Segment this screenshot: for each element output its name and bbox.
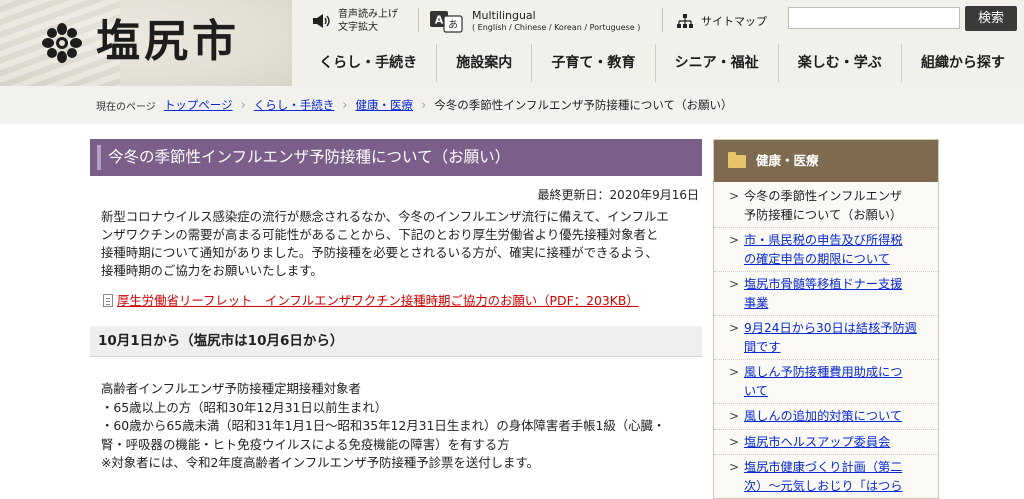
pdf-link[interactable]: 厚生労働省リーフレット インフルエンザワクチン接種時期ご協力のお願い（PDF：2… — [117, 291, 639, 309]
sidebar-item-line[interactable]: 9月24日から30日は結核予防週 — [744, 321, 917, 335]
language-icon: A あ — [430, 11, 463, 33]
sitemap-icon — [677, 14, 693, 28]
multilingual-link[interactable]: A あ Multilingual ( English / Chinese / K… — [428, 4, 640, 38]
breadcrumb: 現在のページ トップページ › くらし・手続き › 健康・医療 › 今冬の季節性… — [0, 86, 1024, 124]
sidebar-list: > 今冬の季節性インフルエンザ 予防接種について（お願い） > 市・県民税の申告… — [714, 184, 938, 499]
sidebar-item-line: 今冬の季節性インフルエンザ — [744, 189, 903, 203]
svg-text:A: A — [435, 14, 444, 27]
section-line: ・60歳から65歳未満（昭和31年1月1日～昭和35年12月31日生まれ）の身体… — [101, 418, 666, 433]
sitemap-label: サイトマップ — [701, 15, 767, 28]
nav-item-senior[interactable]: シニア・福祉 — [654, 44, 778, 82]
sidebar-item-line[interactable]: いて — [744, 384, 768, 398]
sidebar-item-line[interactable]: 風しん予防接種費用助成につ — [744, 365, 902, 379]
sidebar-item[interactable]: > 塩尻市ヘルスアップ委員会 — [714, 430, 938, 455]
chevron-right-icon: > — [729, 189, 740, 203]
section-line: ※対象者には、令和2年度高齢者インフルエンザ予防接種予診票を送付します。 — [101, 455, 539, 470]
page-title: 今冬の季節性インフルエンザ予防接種について（お願い） — [108, 148, 511, 166]
nav-item-enjoy[interactable]: 楽しむ・学ぶ — [777, 44, 901, 82]
sitemap-link[interactable]: サイトマップ — [677, 4, 767, 38]
breadcrumb-link-health[interactable]: 健康・医療 — [356, 97, 414, 113]
nav-item-organization[interactable]: 組織から探す — [900, 44, 1024, 82]
chevron-right-icon: > — [729, 233, 740, 247]
nav-item-living[interactable]: くらし・手続き — [300, 44, 436, 82]
sidebar-item-line[interactable]: 塩尻市ヘルスアップ委員会 — [744, 435, 890, 449]
document-icon — [103, 293, 113, 307]
lead-line: 接種時期について通知がありました。予防接種を必要とされるいる方が、確実に接種がで… — [101, 245, 658, 260]
chevron-right-icon: › — [240, 97, 246, 113]
lead-paragraph: 新型コロナウイルス感染症の流行が懸念されるなか、今冬のインフルエンザ流行に備えて… — [101, 208, 699, 280]
logo-text: 塩尻市 — [96, 16, 240, 67]
chevron-right-icon: > — [729, 321, 740, 335]
sidebar-heading: 健康・医療 — [756, 153, 819, 168]
multilingual-title: Multilingual — [472, 9, 536, 22]
pdf-link-row: 厚生労働省リーフレット インフルエンザワクチン接種時期ご協力のお願い（PDF：2… — [103, 291, 639, 309]
title-accent — [97, 145, 101, 170]
breadcrumb-link-living[interactable]: くらし・手続き — [254, 97, 335, 113]
sidebar-item-line: 予防接種について（お願い） — [744, 207, 903, 222]
breadcrumb-current: 今冬の季節性インフルエンザ予防接種について（お願い） — [434, 98, 733, 112]
sidebar-item-line[interactable]: 次）～元気しおじり「はつら — [744, 479, 902, 493]
section-line: 腎・呼吸器の機能・ヒト免疫ウイルスによる免疫機能の障害）を有する方 — [101, 436, 510, 452]
breadcrumb-link-top[interactable]: トップページ — [164, 97, 233, 113]
search-button[interactable]: 検索 — [965, 6, 1017, 31]
speech-label: 音声読み上げ — [338, 9, 398, 20]
divider — [418, 8, 419, 32]
section-heading-text: 10月1日から（塩尻市は10月6日から） — [98, 333, 344, 349]
multilingual-languages: ( English / Chinese / Korean / Portugues… — [472, 23, 641, 32]
global-nav: くらし・手続き 施設案内 子育て・教育 シニア・福祉 楽しむ・学ぶ 組織から探す — [300, 44, 1024, 82]
lead-line: ンザワクチンの需要が高まる可能性があることから、下記のとおり厚生労働省より優先接… — [101, 227, 659, 242]
sidebar-item-line[interactable]: 間です — [744, 340, 781, 354]
sidebar-item-line[interactable]: 風しんの追加的対策について — [744, 409, 902, 423]
search-input[interactable] — [788, 7, 960, 29]
zoom-label: 文字拡大 — [338, 22, 378, 33]
speech-zoom-link[interactable]: 音声読み上げ 文字拡大 — [312, 4, 398, 38]
city-emblem-icon — [42, 23, 82, 63]
sidebar-item[interactable]: > 風しん予防接種費用助成につ いて — [714, 360, 938, 404]
section-body: 高齢者インフルエンザ予防接種定期接種対象者 ・65歳以上の方（昭和30年12月3… — [101, 380, 701, 473]
sidebar-item[interactable]: > 塩尻市健康づくり計画（第二 次）～元気しおじり「はつら — [714, 455, 938, 499]
sidebar-item-line[interactable]: 市・県民税の申告及び所得税 — [744, 233, 902, 247]
sidebar-item-line[interactable]: の確定申告の期限について — [744, 252, 890, 266]
chevron-right-icon: > — [729, 277, 740, 291]
nav-item-childcare[interactable]: 子育て・教育 — [531, 44, 654, 82]
sidebar-item[interactable]: > 市・県民税の申告及び所得税 の確定申告の期限について — [714, 228, 938, 272]
divider — [662, 8, 663, 32]
svg-text:あ: あ — [448, 19, 458, 31]
section-heading: 10月1日から（塩尻市は10月6日から） — [90, 326, 702, 357]
sidebar-header: 健康・医療 — [714, 140, 938, 182]
chevron-right-icon: > — [729, 460, 740, 474]
chevron-right-icon: › — [342, 97, 348, 113]
site-header: 塩尻市 音声読み上げ 文字拡大 A あ Multilingual ( Engli… — [0, 0, 1024, 86]
sidebar-item-line[interactable]: 塩尻市健康づくり計画（第二 — [744, 460, 902, 474]
breadcrumb-here-label: 現在のページ — [96, 101, 156, 113]
sidebar-item-line[interactable]: 塩尻市骨髄等移植ドナー支援 — [744, 277, 902, 291]
chevron-right-icon: > — [729, 409, 740, 423]
lead-line: 新型コロナウイルス感染症の流行が懸念されるなか、今冬のインフルエンザ流行に備えて… — [101, 209, 669, 224]
last-updated: 最終更新日：2020年9月16日 — [537, 188, 699, 202]
chevron-right-icon: › — [421, 97, 427, 113]
lead-line: 接種時期のご協力をお願いいたします。 — [101, 263, 323, 278]
sidebar-item: > 今冬の季節性インフルエンザ 予防接種について（お願い） — [714, 184, 938, 228]
folder-icon — [728, 152, 746, 168]
sidebar: 健康・医療 > 今冬の季節性インフルエンザ 予防接種について（お願い） > 市・… — [713, 139, 939, 499]
speaker-icon — [313, 14, 330, 28]
sidebar-item-line[interactable]: 事業 — [744, 296, 768, 310]
site-logo[interactable]: 塩尻市 — [0, 0, 292, 86]
section-line: 高齢者インフルエンザ予防接種定期接種対象者 — [101, 381, 361, 396]
sidebar-item[interactable]: > 9月24日から30日は結核予防週 間です — [714, 316, 938, 360]
section-line: ・65歳以上の方（昭和30年12月31日以前生まれ） — [101, 399, 388, 415]
page-title-bar: 今冬の季節性インフルエンザ予防接種について（お願い） — [90, 139, 702, 176]
chevron-right-icon: > — [729, 434, 740, 449]
sidebar-item[interactable]: > 風しんの追加的対策について — [714, 404, 938, 430]
chevron-right-icon: > — [729, 365, 740, 379]
sidebar-item[interactable]: > 塩尻市骨髄等移植ドナー支援 事業 — [714, 272, 938, 316]
nav-item-facilities[interactable]: 施設案内 — [436, 44, 531, 82]
